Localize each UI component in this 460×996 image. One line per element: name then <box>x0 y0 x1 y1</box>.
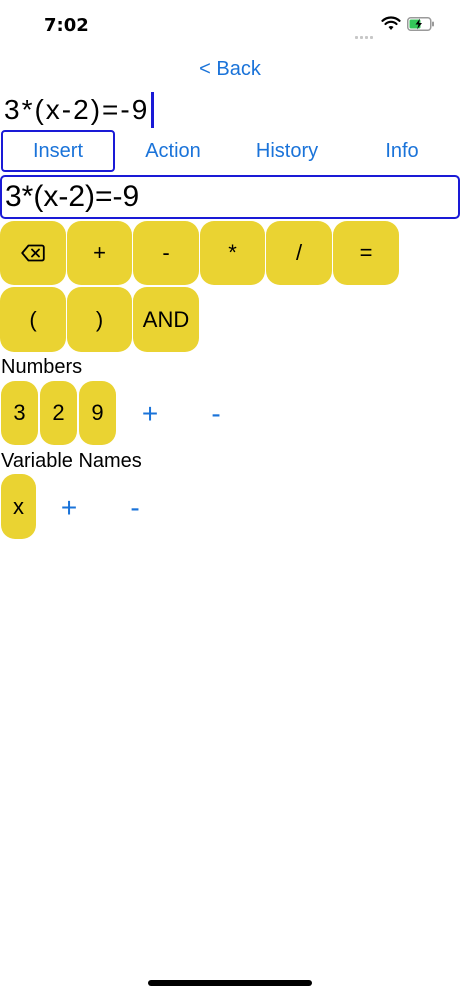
tab-insert[interactable]: Insert <box>1 130 115 172</box>
variable-names-label: Variable Names <box>1 450 142 472</box>
backspace-icon <box>21 244 45 262</box>
tab-bar: Insert Action History Info <box>0 130 460 174</box>
and-key[interactable]: AND <box>133 287 199 352</box>
back-button[interactable]: < Back <box>0 58 460 81</box>
close-paren-key[interactable]: ) <box>67 287 132 352</box>
wifi-icon <box>381 16 401 30</box>
number-key-3[interactable]: 3 <box>1 381 38 445</box>
expression-field[interactable]: 3*(x-2)=-9 <box>0 175 460 219</box>
add-variable-button[interactable]: + <box>47 486 91 530</box>
open-paren-key[interactable]: ( <box>0 287 66 352</box>
home-indicator <box>148 980 312 986</box>
status-bar: 7:02 <box>0 0 460 50</box>
plus-key[interactable]: + <box>67 221 132 285</box>
variable-key-x[interactable]: x <box>1 474 36 539</box>
numbers-label: Numbers <box>1 356 83 378</box>
number-key-9[interactable]: 9 <box>79 381 116 445</box>
cellular-signal-icon <box>355 26 375 44</box>
expression-text: 3*(x-2)=-9 <box>4 94 150 125</box>
equals-key[interactable]: = <box>333 221 399 285</box>
divide-key[interactable]: / <box>266 221 332 285</box>
minus-key[interactable]: - <box>133 221 199 285</box>
remove-variable-button[interactable]: - <box>113 486 157 530</box>
remove-number-button[interactable]: - <box>194 392 238 436</box>
status-time: 7:02 <box>44 15 89 36</box>
number-key-2[interactable]: 2 <box>40 381 77 445</box>
tab-action[interactable]: Action <box>116 130 230 172</box>
multiply-key[interactable]: * <box>200 221 265 285</box>
expression-display[interactable]: 3*(x-2)=-9 <box>4 92 155 128</box>
text-cursor <box>151 92 155 128</box>
add-number-button[interactable]: + <box>128 392 172 436</box>
tab-history[interactable]: History <box>230 130 344 172</box>
battery-charging-icon <box>407 17 434 31</box>
tab-info[interactable]: Info <box>345 130 459 172</box>
backspace-button[interactable] <box>0 221 66 285</box>
